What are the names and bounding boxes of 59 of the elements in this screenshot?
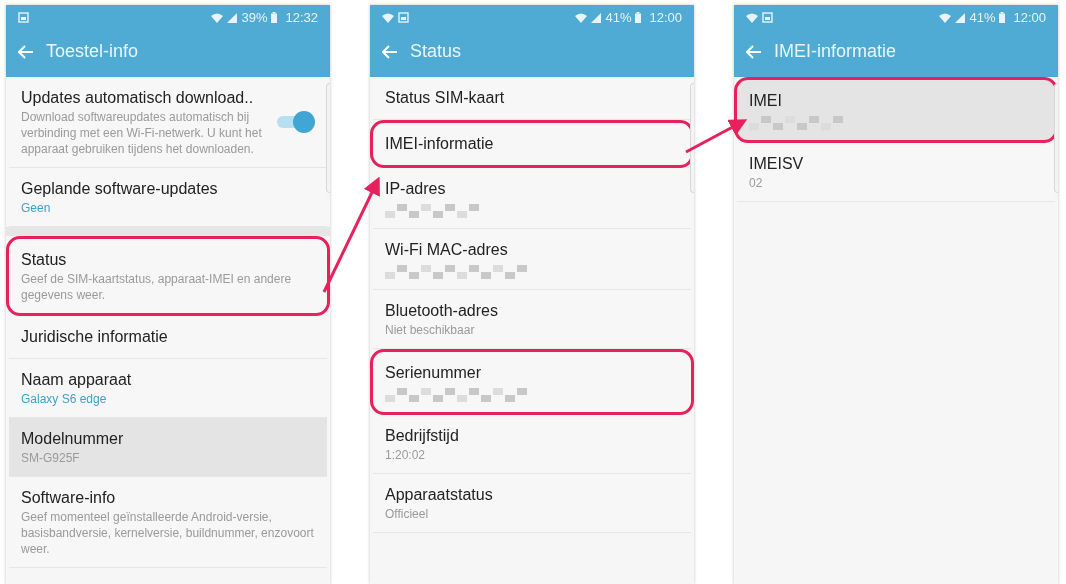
image-icon (18, 12, 29, 23)
settings-item[interactable]: IMEI (734, 77, 1058, 143)
item-subtitle: 1:20:02 (385, 447, 427, 463)
back-arrow-icon[interactable] (746, 44, 762, 59)
screen-title: Status (410, 40, 462, 63)
signal-icon (955, 12, 966, 23)
item-title: Wi-Fi MAC-adres (385, 240, 509, 260)
item-subtitle: Download softwareupdates automatisch bij verbinding met een Wi-Fi-netwerk. U kunt het apparaat gebruiken tijdens het downloaden. (21, 109, 263, 157)
item-title: Serienummer (385, 363, 483, 383)
signal-icon (591, 12, 602, 23)
item-title: Juridische informatie (21, 327, 169, 347)
item-subtitle: SM-G925F (21, 450, 81, 466)
item-subtitle: Geef momenteel geïnstalleerde Android-versie, basisbandversie, kernelversie, buildnummer, enzovoort weer. (21, 509, 315, 557)
battery-level: 41% (969, 8, 996, 27)
item-title: Apparaatstatus (385, 485, 494, 505)
screen-title: IMEI-informatie (774, 40, 897, 63)
battery-icon (635, 12, 642, 23)
item-subtitle: Officieel (385, 506, 430, 522)
back-arrow-icon[interactable] (18, 44, 34, 59)
item-title: IMEI-informatie (385, 134, 495, 154)
item-title: IMEI (749, 91, 783, 111)
settings-item[interactable]: Serienummer (370, 349, 694, 415)
item-title: Modelnummer (21, 429, 125, 449)
item-title: Status SIM-kaart (385, 88, 506, 108)
battery-icon (271, 12, 278, 23)
clock: 12:00 (1013, 8, 1046, 27)
wifi-icon (575, 12, 588, 23)
item-subtitle: 02 (749, 175, 764, 191)
item-title: IP-adres (385, 179, 447, 199)
wifi-icon (746, 12, 758, 23)
back-arrow-icon[interactable] (382, 44, 398, 59)
signal-icon (227, 12, 238, 23)
item-title: Naam apparaat (21, 370, 133, 390)
item-title: Bedrijfstijd (385, 426, 460, 446)
settings-item[interactable]: Status Geef de SIM-kaartstatus, apparaat-IMEI en andere gegevens weer. (6, 236, 330, 316)
screen-title: Toestel-info (46, 40, 139, 63)
settings-item[interactable]: Modelnummer SM-G925F (9, 418, 327, 477)
item-subtitle: Galaxy S6 edge (21, 391, 108, 407)
wifi-icon (939, 12, 952, 23)
battery-level: 41% (605, 8, 632, 27)
battery-level: 39% (241, 8, 268, 27)
wifi-icon (382, 12, 394, 23)
toggle-switch[interactable] (277, 110, 315, 134)
clock: 12:32 (285, 8, 318, 27)
item-title: Updates automatisch download.. (21, 88, 255, 108)
item-title: Bluetooth-adres (385, 301, 499, 321)
item-subtitle: Niet beschikbaar (385, 322, 476, 338)
item-subtitle: Geen (21, 200, 52, 216)
item-title: Software-info (21, 488, 117, 508)
item-title: Geplande software-updates (21, 179, 219, 199)
pointer-arrow (685, 119, 748, 154)
clock: 12:00 (649, 8, 682, 27)
item-title: Status (21, 250, 68, 270)
battery-icon (999, 12, 1006, 23)
wifi-icon (211, 12, 224, 23)
image-icon (398, 12, 409, 23)
item-title: IMEISV (749, 154, 805, 174)
item-subtitle: Geef de SIM-kaartstatus, apparaat-IMEI en andere gegevens weer. (21, 271, 293, 303)
image-icon (762, 12, 773, 23)
